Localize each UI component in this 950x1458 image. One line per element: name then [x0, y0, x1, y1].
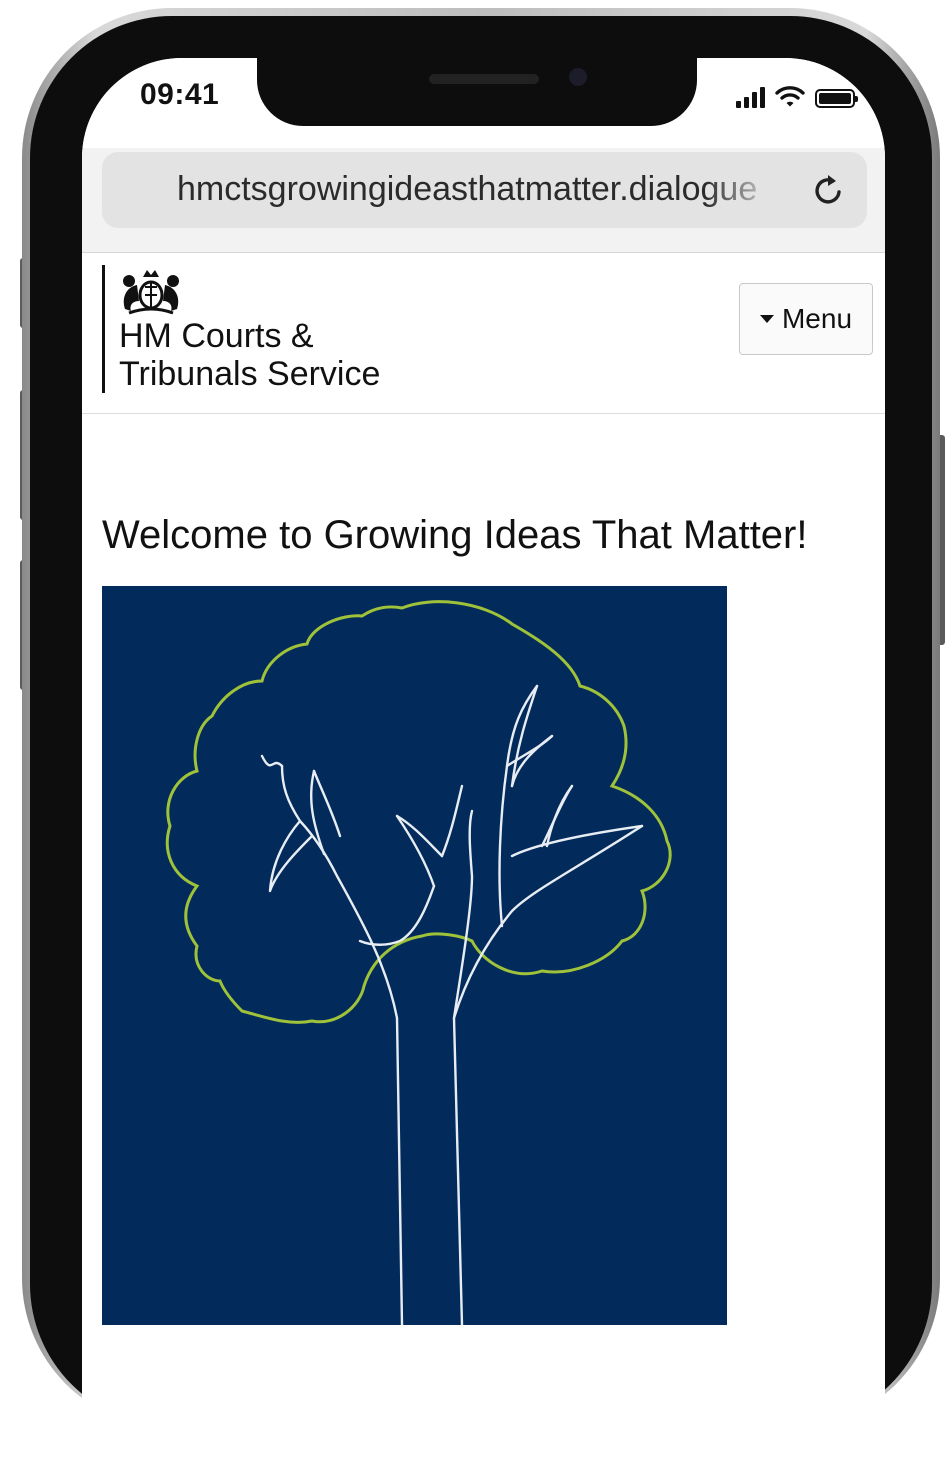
status-icons [736, 84, 858, 108]
cellular-signal-icon [736, 86, 765, 108]
tree-illustration [165, 600, 672, 1325]
page-title: Welcome to Growing Ideas That Matter! [102, 513, 808, 557]
tree-canopy-outline [165, 600, 672, 1024]
logo-text-line-1: HM Courts & [119, 317, 314, 355]
tree-trunk [260, 684, 644, 1325]
front-camera [569, 68, 587, 86]
site-header: HM Courts & Tribunals Service Menu [82, 253, 885, 414]
hero-image [102, 586, 727, 1325]
menu-button[interactable]: Menu [739, 283, 873, 355]
royal-crest-icon [123, 270, 179, 315]
phone-screen: 09:41 hmctsgrowingideasthatmatter.dialog… [82, 58, 885, 1458]
browser-toolbar: hmctsgrowingideasthatmatter.dialogue [82, 148, 885, 253]
hmcts-logo[interactable]: HM Courts & Tribunals Service [102, 265, 380, 393]
status-time: 09:41 [140, 78, 220, 111]
logo-text-line-2: Tribunals Service [119, 355, 381, 393]
caret-down-icon [759, 315, 774, 323]
url-text[interactable]: hmctsgrowingideasthatmatter.dialogue [177, 170, 777, 209]
address-bar[interactable]: hmctsgrowingideasthatmatter.dialogue [102, 152, 867, 228]
wifi-icon [775, 86, 805, 107]
earpiece-speaker [429, 74, 539, 84]
status-bar: 09:41 [82, 58, 885, 148]
notch [257, 58, 697, 126]
battery-icon [815, 89, 858, 108]
reload-icon[interactable] [809, 170, 849, 210]
menu-button-label: Menu [781, 303, 853, 334]
